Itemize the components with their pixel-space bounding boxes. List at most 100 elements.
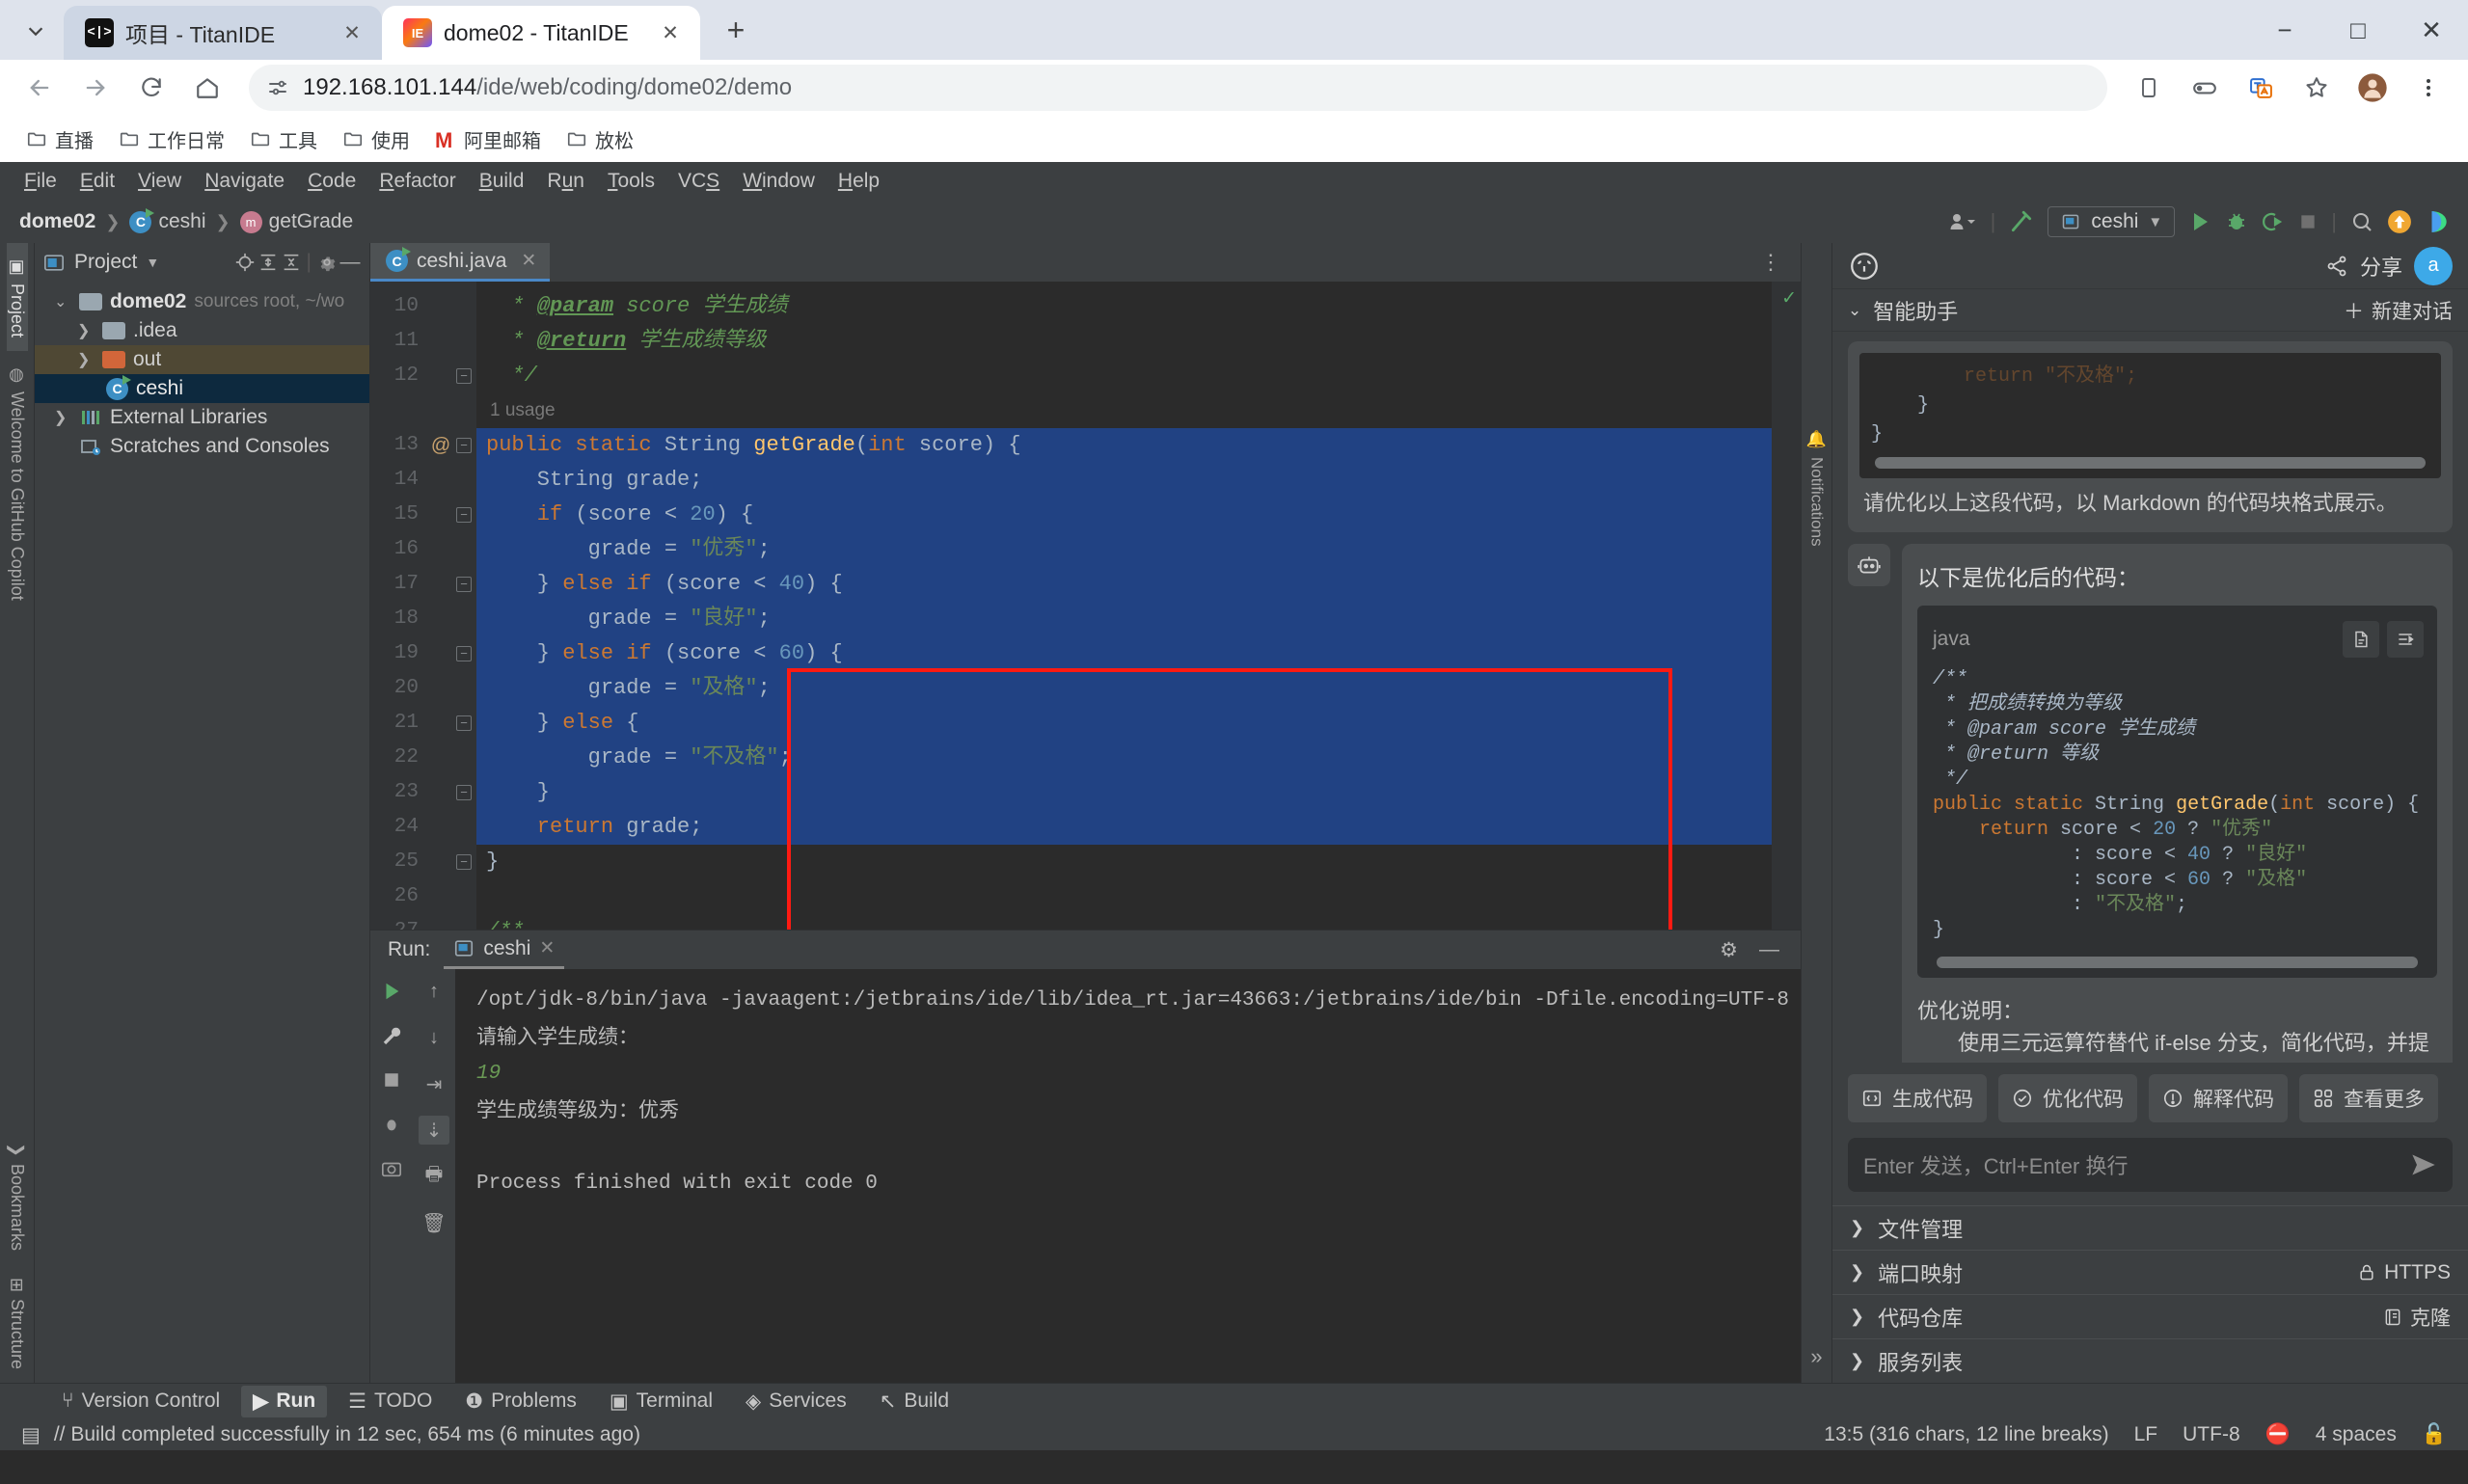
build-hammer-icon[interactable] [2009,209,2034,234]
site-settings-icon[interactable] [266,76,289,99]
menu-help[interactable]: Help [827,166,890,197]
hide-panel-icon[interactable]: — [339,251,362,274]
chrome-menu-icon[interactable] [2402,62,2454,114]
locate-icon[interactable] [233,251,257,274]
menu-file[interactable]: File [14,166,68,197]
expand-all-icon[interactable] [257,251,280,274]
password-icon[interactable] [2179,62,2231,114]
fold-marker[interactable]: − [451,359,476,393]
update-icon[interactable] [2387,209,2412,234]
browser-tab-1[interactable]: <|> 项目 - TitanIDE ✕ [64,6,382,60]
new-chat-button[interactable]: ＋ 新建对话 [2344,296,2453,325]
profile-avatar[interactable] [2346,62,2399,114]
collapse-all-icon[interactable] [280,251,303,274]
rail-item-notifications[interactable]: 🔔 Notifications [1807,417,1827,559]
bookmark-item[interactable]: 工作日常 [108,121,235,158]
chevron-right-icon[interactable]: ❯ [77,321,95,340]
bookmark-star-icon[interactable] [2291,62,2343,114]
gear-icon[interactable] [315,251,339,274]
code-editor[interactable]: 10 11 12 13 14 15 16 17 18 19 20 21 22 2… [370,282,1801,930]
chevron-down-icon[interactable]: ⌄ [1848,301,1861,320]
run-button[interactable] [2188,210,2211,233]
camera-icon[interactable] [376,1154,407,1183]
section-service-list[interactable]: ❯ 服务列表 [1832,1338,2468,1383]
rail-item-copilot[interactable]: ◍ Welcome to GitHub Copilot [7,351,28,614]
tool-button-terminal[interactable]: ▣ Terminal [598,1386,724,1417]
menu-view[interactable]: View [127,166,192,197]
settings-wrench-icon[interactable] [376,1021,407,1050]
user-dropdown-icon[interactable] [1948,210,1977,233]
debug-icon[interactable] [376,1110,407,1139]
rail-item-structure[interactable]: ⊞ Structure [7,1264,28,1383]
file-encoding[interactable]: UTF-8 [2183,1423,2240,1446]
code-lines[interactable]: * @param score 学生成绩 * @return 学生成绩等级 */ … [476,282,1772,930]
editor-tab-ceshi-java[interactable]: C ceshi.java ✕ [370,243,550,282]
tool-button-problems[interactable]: ❶ Problems [453,1386,588,1417]
gear-icon[interactable]: ⚙ [1720,938,1738,962]
menu-tools[interactable]: Tools [597,166,665,197]
fold-marker[interactable]: − [451,706,476,741]
brand-icon[interactable] [2426,209,2451,234]
stop-button[interactable] [2298,212,2318,231]
clear-all-icon[interactable]: 🗑 [419,1208,449,1237]
ai-conversation[interactable]: return "不及格"; } } 请优化以上这段代码，以 Markdown 的… [1832,332,2468,1063]
breadcrumb-project[interactable]: dome02 [14,208,101,235]
insert-code-icon[interactable] [2387,621,2424,658]
copy-link-icon[interactable] [2123,62,2175,114]
close-icon[interactable]: ✕ [338,18,366,47]
scroll-to-end-icon[interactable]: ⇣ [419,1116,449,1145]
section-code-repository[interactable]: ❯ 代码仓库 克隆 [1832,1294,2468,1338]
inspection-status[interactable]: ✓ [1781,287,1797,310]
tool-button-run[interactable]: ▶ Run [241,1386,327,1417]
section-port-mapping[interactable]: ❯ 端口映射 HTTPS [1832,1250,2468,1294]
console-output[interactable]: /opt/jdk-8/bin/java -javaagent:/jetbrain… [455,969,1801,1383]
run-config-selector[interactable]: ceshi ▼ [2048,206,2175,237]
soft-wrap-icon[interactable]: ⇥ [419,1069,449,1098]
bookmark-item[interactable]: M 阿里邮箱 [424,121,552,158]
tree-node-idea[interactable]: ❯ .idea [35,316,369,345]
breadcrumb-class[interactable]: C ceshi [123,208,211,235]
optimize-code-button[interactable]: 优化代码 [1998,1074,2137,1122]
section-file-management[interactable]: ❯ 文件管理 [1832,1205,2468,1250]
tab-search-button[interactable] [8,8,64,54]
share-icon[interactable] [2325,255,2348,278]
stop-icon[interactable] [376,1066,407,1094]
forward-icon[interactable] [69,62,122,114]
run-tab-ceshi[interactable]: ceshi ✕ [444,931,564,969]
print-icon[interactable]: 🖶 [419,1162,449,1191]
horizontal-scrollbar[interactable] [1875,457,2426,469]
chevron-right-icon[interactable]: ❯ [54,408,71,427]
copy-icon[interactable] [2343,621,2379,658]
view-more-button[interactable]: 查看更多 [2299,1074,2438,1122]
run-coverage-button[interactable] [2262,210,2285,233]
bookmark-item[interactable]: 直播 [15,121,104,158]
fold-marker[interactable]: − [451,428,476,463]
tree-node-ceshi[interactable]: C ceshi [35,374,369,403]
new-tab-button[interactable]: + [712,6,760,54]
generate-code-button[interactable]: 生成代码 [1848,1074,1987,1122]
menu-refactor[interactable]: Refactor [368,166,466,197]
rerun-icon[interactable] [376,977,407,1006]
no-git-icon[interactable]: ⛔ [2265,1423,2291,1446]
hide-panel-icon[interactable]: — [1759,938,1779,961]
close-window-button[interactable]: ✕ [2395,0,2468,60]
back-icon[interactable] [14,62,66,114]
horizontal-scrollbar[interactable] [1937,957,2418,968]
arrow-up-icon[interactable]: ↑ [419,977,449,1006]
lock-icon[interactable]: 🔓 [2422,1423,2447,1446]
menu-navigate[interactable]: Navigate [194,166,295,197]
reload-icon[interactable] [125,62,177,114]
expand-panel-button[interactable]: » [1810,1331,1822,1383]
fold-marker[interactable]: − [451,567,476,602]
tool-button-build[interactable]: ↖ Build [868,1386,961,1417]
error-stripe-gutter[interactable]: ✓ [1772,282,1801,930]
close-icon[interactable]: ✕ [539,937,555,959]
close-icon[interactable]: ✕ [521,250,536,272]
tree-node-scratches[interactable]: Scratches and Consoles [35,432,369,461]
indent-setting[interactable]: 4 spaces [2316,1423,2397,1446]
ai-chat-input[interactable]: Enter 发送，Ctrl+Enter 换行 [1848,1138,2453,1192]
search-icon[interactable] [2350,210,2373,233]
menu-build[interactable]: Build [469,166,535,197]
tool-button-todo[interactable]: ☰ TODO [337,1386,444,1417]
usage-hint[interactable]: 1 usage [476,393,1772,428]
